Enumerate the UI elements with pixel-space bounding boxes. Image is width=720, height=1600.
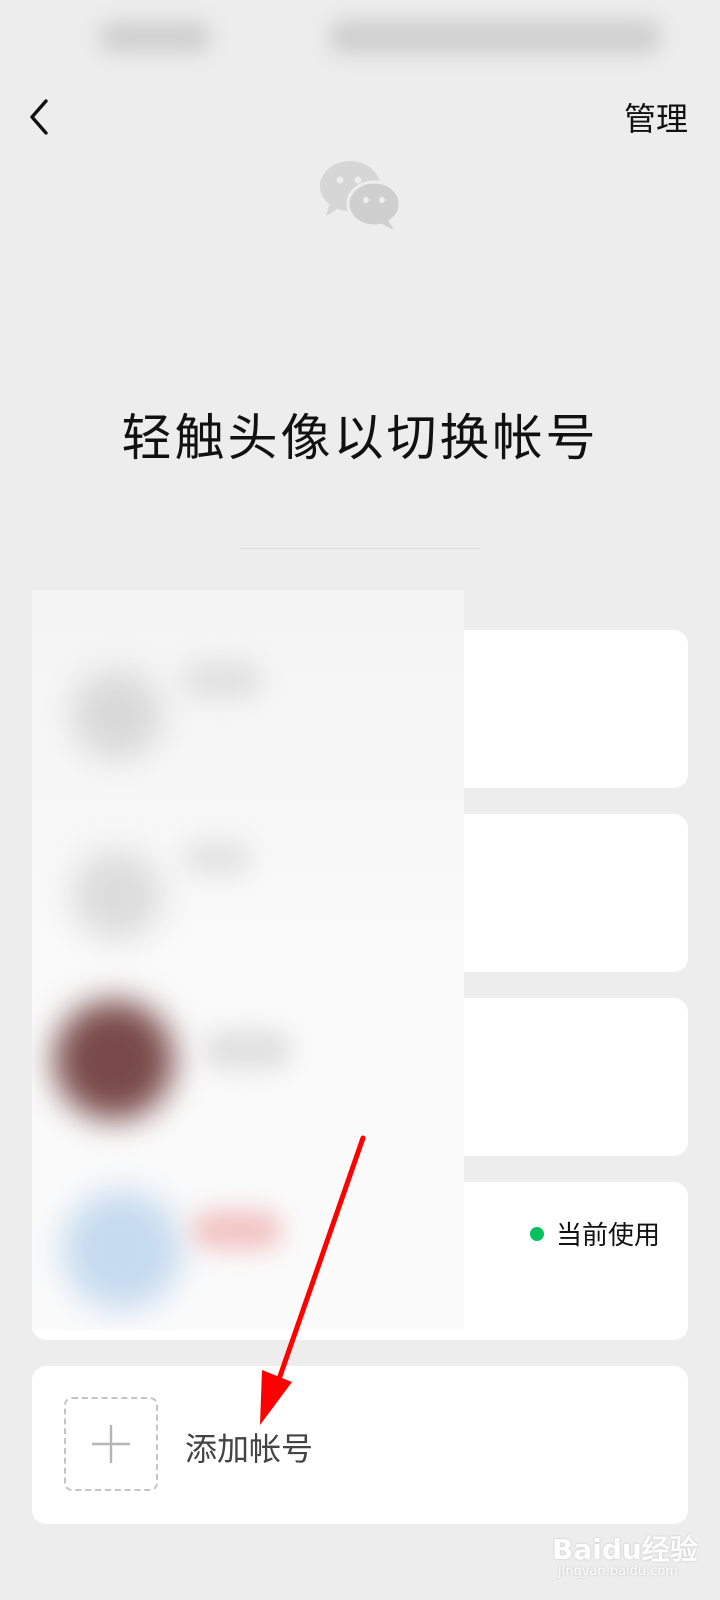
avatar (54, 1000, 174, 1120)
avatar (62, 1190, 182, 1310)
watermark-logo: Baidu经验 (552, 1533, 698, 1566)
add-account-button[interactable]: 添加帐号 (32, 1366, 688, 1524)
avatar (72, 670, 162, 760)
divider (240, 548, 480, 549)
current-account-badge: 当前使用 (529, 1215, 660, 1252)
avatar (72, 850, 162, 940)
add-account-label: 添加帐号 (185, 1430, 314, 1468)
status-bar (0, 0, 720, 72)
current-status-label: 当前使用 (555, 1221, 660, 1251)
wechat-logo-icon (320, 161, 402, 230)
status-dot-icon (529, 1226, 544, 1241)
back-button[interactable] (22, 92, 62, 142)
page-title: 轻触头像以切换帐号 (121, 409, 599, 467)
manage-button[interactable]: 管理 (624, 94, 688, 140)
chevron-left-icon (30, 99, 48, 135)
add-account-box (64, 1397, 158, 1491)
privacy-blur-overlay (32, 590, 464, 1330)
plus-icon (92, 1425, 130, 1463)
watermark-url: jingyan.baidu.com (558, 1564, 678, 1579)
